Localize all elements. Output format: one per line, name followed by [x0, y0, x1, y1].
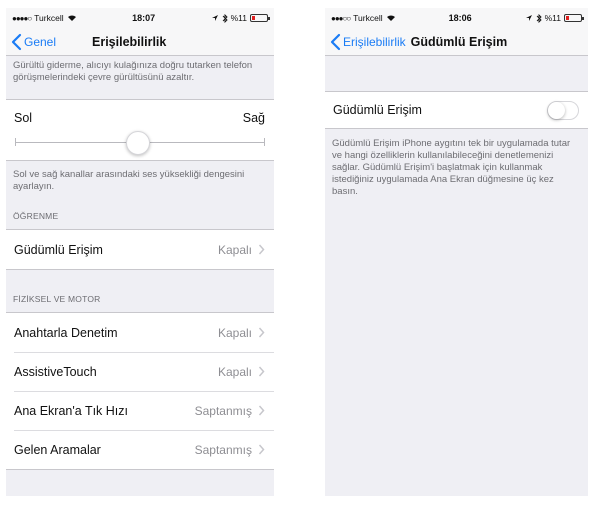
page-title: Güdümlü Erişim — [410, 34, 508, 49]
carrier-name: Turkcell — [353, 13, 383, 23]
balance-right-label: Sağ — [242, 111, 265, 125]
location-icon — [211, 15, 218, 21]
row-value: Kapalı — [217, 325, 252, 340]
learning-group: Güdümlü Erişim Kapalı — [6, 229, 274, 270]
balance-slider-thumb[interactable] — [126, 131, 150, 155]
guided-access-row[interactable]: Güdümlü Erişim Kapalı — [6, 230, 274, 269]
incoming-calls-row[interactable]: Gelen Aramalar Saptanmış — [6, 430, 274, 469]
navigation-bar: Genel Erişilebilirlik — [6, 28, 274, 56]
chevron-right-icon — [258, 366, 265, 377]
balance-group: Sol Sağ — [6, 99, 274, 161]
navigation-bar: Erişilebilirlik Güdümlü Erişim — [325, 28, 588, 56]
status-bar: ●●●○○ Turkcell 18:06 %11 — [325, 8, 588, 28]
wifi-icon — [386, 15, 395, 21]
chevron-right-icon — [258, 405, 265, 416]
accessibility-screen: ●●●●○ Turkcell 18:07 %11 Genel Erişilebi… — [6, 8, 274, 496]
row-label: AssistiveTouch — [14, 364, 97, 379]
location-icon — [525, 15, 532, 21]
row-label: Gelen Aramalar — [14, 442, 101, 457]
bluetooth-icon — [222, 13, 228, 23]
signal-icon: ●●●●○ — [12, 13, 32, 23]
row-value: Saptanmış — [194, 442, 252, 457]
back-label: Genel — [24, 34, 57, 49]
carrier-info: ●●●○○ Turkcell — [331, 13, 396, 23]
chevron-right-icon — [258, 327, 265, 338]
balance-left-label: Sol — [14, 111, 33, 125]
bluetooth-icon — [536, 13, 542, 23]
guided-access-toggle[interactable] — [547, 100, 579, 120]
chevron-left-icon — [330, 33, 341, 50]
carrier-info: ●●●●○ Turkcell — [12, 13, 77, 23]
toggle-label: Güdümlü Erişim — [333, 103, 422, 117]
battery-percent: %11 — [230, 13, 247, 23]
home-click-speed-row[interactable]: Ana Ekran'a Tık Hızı Saptanmış — [6, 391, 274, 430]
noise-cancellation-description: Gürültü giderme, alıcıyı kulağınıza doğr… — [13, 60, 253, 83]
assistivetouch-row[interactable]: AssistiveTouch Kapalı — [6, 352, 274, 391]
slider-tick-right — [264, 138, 265, 146]
chevron-right-icon — [258, 444, 265, 455]
wifi-icon — [67, 15, 76, 21]
toggle-knob — [548, 101, 565, 119]
chevron-left-icon — [11, 33, 22, 50]
status-time: 18:07 — [132, 13, 156, 23]
slider-tick-left — [15, 138, 16, 146]
motor-group: Anahtarla Denetim Kapalı AssistiveTouch … — [6, 312, 274, 470]
battery-icon — [249, 14, 270, 22]
balance-slider-row: Sol Sağ — [6, 100, 274, 160]
row-value: Kapalı — [217, 364, 252, 379]
battery-icon — [563, 14, 584, 22]
row-label: Anahtarla Denetim — [14, 325, 118, 340]
carrier-name: Turkcell — [34, 13, 64, 23]
guided-access-toggle-row: Güdümlü Erişim — [325, 92, 588, 128]
row-value: Kapalı — [217, 242, 252, 257]
guided-access-screen: ●●●○○ Turkcell 18:06 %11 Erişilebilirlik… — [325, 8, 588, 496]
switch-control-row[interactable]: Anahtarla Denetim Kapalı — [6, 313, 274, 352]
status-right: %11 — [525, 13, 584, 23]
chevron-right-icon — [258, 244, 265, 255]
guided-access-group: Güdümlü Erişim — [325, 91, 588, 129]
learning-section-header: ÖĞRENME — [13, 211, 59, 221]
motor-section-header: FİZİKSEL VE MOTOR — [13, 294, 101, 304]
status-right: %11 — [211, 13, 270, 23]
page-title: Erişilebilirlik — [92, 35, 167, 49]
battery-percent: %11 — [544, 13, 561, 23]
back-button[interactable]: Genel — [6, 33, 56, 51]
status-bar: ●●●●○ Turkcell 18:07 %11 — [6, 8, 274, 28]
status-time: 18:06 — [448, 13, 472, 23]
back-button[interactable]: Erişilebilirlik — [325, 33, 406, 51]
back-label: Erişilebilirlik — [343, 34, 406, 49]
row-label: Güdümlü Erişim — [14, 242, 103, 257]
row-value: Saptanmış — [194, 403, 252, 418]
guided-access-description: Güdümlü Erişim iPhone aygıtını tek bir u… — [332, 138, 571, 197]
signal-icon: ●●●○○ — [331, 13, 351, 23]
row-label: Ana Ekran'a Tık Hızı — [14, 403, 129, 418]
balance-description: Sol ve sağ kanallar arasındaki ses yükse… — [13, 169, 245, 192]
